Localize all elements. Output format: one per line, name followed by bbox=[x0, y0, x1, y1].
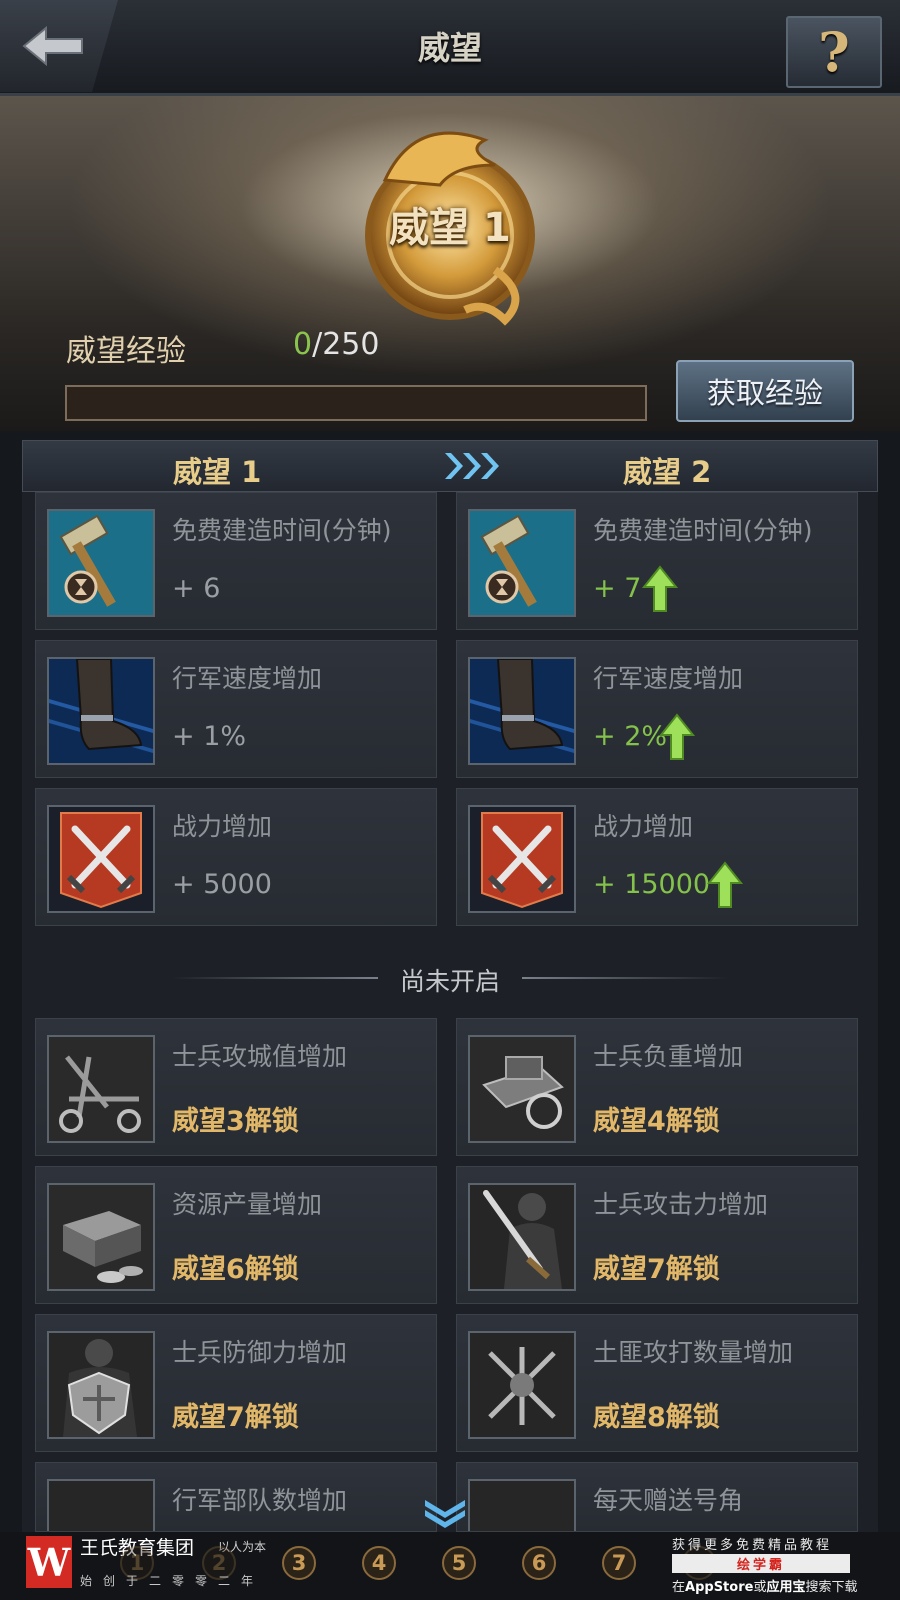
locked-perk-name: 资源产量增加 bbox=[172, 1190, 323, 1219]
back-button[interactable] bbox=[0, 0, 118, 92]
promo-hint: 在AppStore或应用宝搜索下载 bbox=[672, 1576, 857, 1595]
increase-arrow-icon bbox=[707, 861, 743, 908]
exp-progress-bar bbox=[65, 385, 647, 421]
scroll-down-chevron-icon[interactable] bbox=[422, 1496, 468, 1528]
perk-value: + 15000 bbox=[593, 869, 711, 900]
perk-name: 免费建造时间(分钟) bbox=[593, 516, 813, 545]
cart-icon bbox=[468, 1035, 576, 1143]
increase-arrow-icon bbox=[659, 713, 695, 760]
perk-value: + 5000 bbox=[172, 869, 272, 900]
treasure-chest-icon bbox=[47, 1183, 155, 1291]
locked-section-title: 尚未开启 bbox=[399, 967, 500, 996]
perk-value: + 1% bbox=[172, 721, 247, 752]
hammer-hourglass-icon bbox=[47, 509, 155, 617]
locked-perk-card: 土匪攻打数量增加 威望8解锁 bbox=[456, 1314, 858, 1452]
locked-perk-card: 士兵攻击力增加 威望7解锁 bbox=[456, 1166, 858, 1304]
exp-label: 威望经验 bbox=[66, 334, 186, 369]
page-dot[interactable]: 5 bbox=[442, 1546, 476, 1580]
perk-card-current: 免费建造时间(分钟) + 6 bbox=[35, 492, 437, 630]
watermark-subtitle: 始创于二零零二年 bbox=[80, 1574, 265, 1588]
locked-perk-card: 资源产量增加 威望6解锁 bbox=[35, 1166, 437, 1304]
unlock-requirement: 威望4解锁 bbox=[593, 1106, 720, 1137]
locked-perk-name: 士兵防御力增加 bbox=[172, 1338, 348, 1367]
unlock-requirement: 威望3解锁 bbox=[172, 1106, 299, 1137]
catapult-icon bbox=[47, 1035, 155, 1143]
perk-card-current: 战力增加 + 5000 bbox=[35, 788, 437, 926]
back-arrow-icon bbox=[22, 26, 83, 66]
page-dot[interactable]: 4 bbox=[362, 1546, 396, 1580]
locked-perk-name: 士兵负重增加 bbox=[593, 1042, 744, 1071]
perk-value: + 7 bbox=[593, 573, 642, 604]
locked-perk-card: 士兵防御力增加 威望7解锁 bbox=[35, 1314, 437, 1452]
horn-icon bbox=[468, 1479, 576, 1531]
unlock-requirement: 威望7解锁 bbox=[593, 1254, 720, 1285]
perk-card-current: 行军速度增加 + 1% bbox=[35, 640, 437, 778]
exp-current: 0 bbox=[293, 327, 313, 362]
page-dot[interactable]: 3 bbox=[282, 1546, 316, 1580]
crossed-swords-icon bbox=[47, 805, 155, 913]
triple-chevron-icon bbox=[445, 453, 499, 479]
perk-value: + 6 bbox=[172, 573, 221, 604]
increase-arrow-icon bbox=[642, 565, 678, 612]
perk-card-next: 战力增加 + 15000 bbox=[456, 788, 858, 926]
unlock-requirement: 威望7解锁 bbox=[172, 1402, 299, 1433]
locked-perk-name: 每天赠送号角 bbox=[593, 1486, 744, 1515]
promo-hint-or: 或 bbox=[753, 1580, 767, 1595]
divider-line-right bbox=[522, 977, 728, 979]
perk-card-next: 免费建造时间(分钟) + 7 bbox=[456, 492, 858, 630]
current-level-label: 威望 1 bbox=[173, 455, 262, 489]
locked-perk-name: 行军部队数增加 bbox=[172, 1486, 348, 1515]
exp-total: /250 bbox=[312, 327, 380, 362]
page-dot[interactable]: 6 bbox=[522, 1546, 556, 1580]
locked-section-divider: 尚未开启 bbox=[22, 952, 878, 1004]
promo-hint-prefix: 在 bbox=[672, 1580, 686, 1595]
perk-name: 行军速度增加 bbox=[593, 664, 744, 693]
perk-value: + 2% bbox=[593, 721, 668, 752]
perk-name: 免费建造时间(分钟) bbox=[172, 516, 392, 545]
wang-logo-icon: W bbox=[26, 1536, 72, 1588]
locked-perk-name: 土匪攻打数量增加 bbox=[593, 1338, 794, 1367]
top-bar: 威望 ? bbox=[0, 0, 900, 96]
soldier-sword-icon bbox=[468, 1183, 576, 1291]
locked-perk-card: 士兵负重增加 威望4解锁 bbox=[456, 1018, 858, 1156]
unlock-requirement: 威望8解锁 bbox=[593, 1402, 720, 1433]
exp-value: 0/250 bbox=[293, 327, 379, 362]
locked-perk-name: 士兵攻击力增加 bbox=[593, 1190, 769, 1219]
perk-name: 战力增加 bbox=[172, 812, 273, 841]
boot-icon bbox=[47, 657, 155, 765]
locked-perk-card: 每天赠送号角 bbox=[456, 1462, 858, 1532]
promo-text: 获得更多免费精品教程 bbox=[672, 1538, 833, 1553]
promo-badge: 绘学霸 bbox=[672, 1554, 850, 1573]
unlock-requirement: 威望6解锁 bbox=[172, 1254, 299, 1285]
promo-hint-suffix: 搜索下载 bbox=[805, 1580, 858, 1595]
hammer-hourglass-icon bbox=[468, 509, 576, 617]
get-exp-button[interactable]: 获取经验 bbox=[676, 360, 854, 422]
soldier-shield-icon bbox=[47, 1331, 155, 1439]
perk-card-next: 行军速度增加 + 2% bbox=[456, 640, 858, 778]
perk-name: 战力增加 bbox=[593, 812, 694, 841]
help-button[interactable]: ? bbox=[786, 16, 882, 88]
army-icon bbox=[47, 1479, 155, 1531]
next-level-label: 威望 2 bbox=[623, 455, 712, 489]
bandit-weapons-icon bbox=[468, 1331, 576, 1439]
locked-perk-card: 士兵攻城值增加 威望3解锁 bbox=[35, 1018, 437, 1156]
locked-perk-card: 行军部队数增加 bbox=[35, 1462, 437, 1532]
page-title: 威望 bbox=[417, 29, 482, 67]
locked-perk-name: 士兵攻城值增加 bbox=[172, 1042, 348, 1071]
page-dot[interactable]: 7 bbox=[602, 1546, 636, 1580]
promo-hint-app: 应用宝 bbox=[766, 1580, 806, 1595]
crossed-swords-icon bbox=[468, 805, 576, 913]
watermark-footer: W 王氏教育集团 以人为本 1 2 3 4 5 6 7 8 始创于二零零二年 获… bbox=[0, 1532, 900, 1600]
perk-name: 行军速度增加 bbox=[172, 664, 323, 693]
prestige-badge-text: 威望 1 bbox=[389, 205, 511, 251]
boot-icon bbox=[468, 657, 576, 765]
promo-hint-store: AppStore bbox=[685, 1580, 754, 1595]
level-compare-header: 威望 1 威望 2 bbox=[22, 440, 878, 492]
